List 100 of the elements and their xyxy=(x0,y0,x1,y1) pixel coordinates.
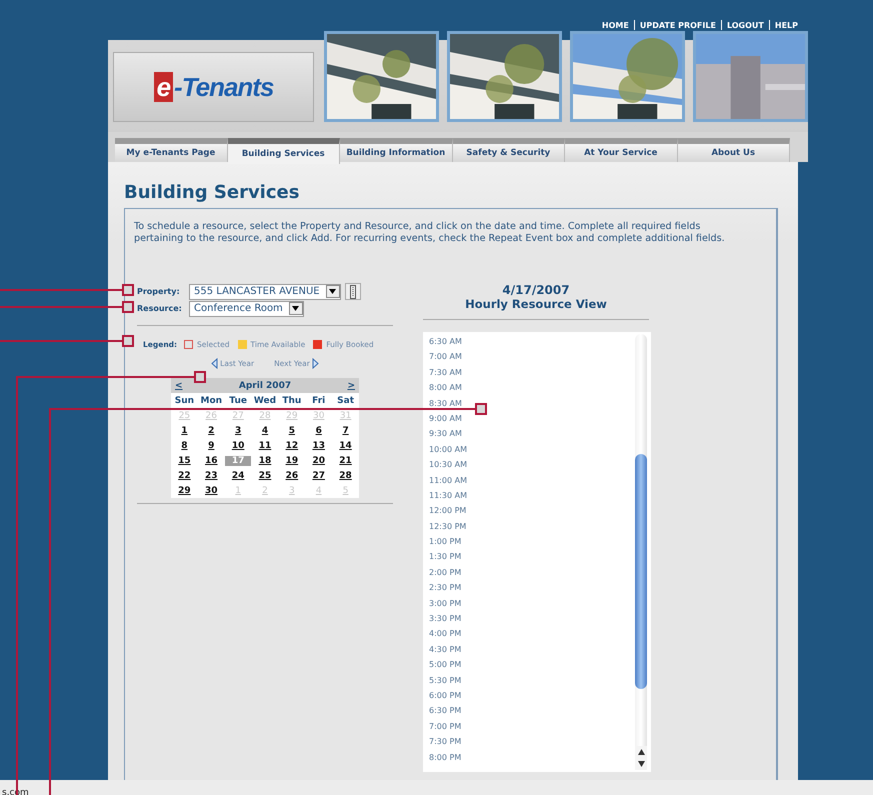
date-heading: 4/17/2007 xyxy=(501,283,571,297)
calendar-day[interactable]: 6 xyxy=(316,426,322,436)
calendar-day[interactable]: 26 xyxy=(286,470,298,480)
back-arrow-icon xyxy=(211,358,218,369)
page-title: Building Services xyxy=(124,182,300,203)
calendar-day[interactable]: 19 xyxy=(286,456,298,466)
calendar-day[interactable]: 7 xyxy=(342,426,349,436)
tab[interactable]: My e-Tenants Page xyxy=(115,138,228,162)
calendar-day[interactable]: 21 xyxy=(339,456,352,466)
calendar-day[interactable]: 23 xyxy=(205,470,218,480)
nav-link[interactable]: HOME xyxy=(602,20,629,30)
calendar-day[interactable]: 14 xyxy=(339,440,352,450)
tab[interactable]: Building Information xyxy=(340,138,452,162)
scroll-down-icon[interactable] xyxy=(638,761,644,767)
field-label: Property: xyxy=(137,287,181,296)
caret-icon[interactable] xyxy=(329,289,336,294)
time-slot[interactable]: 9:30 AM xyxy=(429,426,635,442)
calendar-day[interactable]: 28 xyxy=(339,470,352,480)
time-slot[interactable]: 6:30 AM xyxy=(429,334,635,350)
dropdown[interactable]: 555 LANCASTER AVENUE xyxy=(189,284,341,300)
calendar-day[interactable]: 30 xyxy=(205,486,218,496)
time-slot[interactable]: 6:30 PM xyxy=(429,703,635,719)
column-icon xyxy=(350,284,356,298)
calendar-day[interactable]: 9 xyxy=(208,440,214,450)
month-title: April 2007 xyxy=(238,380,292,390)
time-slot[interactable]: 5:30 PM xyxy=(429,672,635,688)
calendar-day[interactable]: 13 xyxy=(312,440,325,450)
time-slot[interactable]: 4:30 PM xyxy=(429,642,635,658)
calendar-day[interactable]: 8 xyxy=(181,440,188,450)
calendar-day[interactable]: 16 xyxy=(205,456,218,466)
nav-link[interactable]: HELP xyxy=(774,20,798,30)
time-slot[interactable]: 5:00 PM xyxy=(429,657,635,673)
calendar-day[interactable]: 29 xyxy=(178,486,191,496)
caret-icon[interactable] xyxy=(292,306,300,311)
calendar-day[interactable]: 12 xyxy=(286,440,298,450)
calendar-day[interactable]: 3 xyxy=(235,426,242,436)
calendar-day[interactable]: 4 xyxy=(262,426,268,436)
scrollbar[interactable] xyxy=(635,334,647,770)
calendar-day[interactable]: 17 xyxy=(225,456,252,466)
calendar-day[interactable]: 15 xyxy=(178,456,191,466)
instructions-text: To schedule a resource, select the Property and Resource, and click on the date and time. Complete all required fields pertaining to the resource, and click Add. For recurring events, check the Repeat Event box and complete additional fields. xyxy=(134,221,726,245)
callout-marker xyxy=(122,284,134,296)
tab[interactable]: At Your Service xyxy=(565,138,678,162)
time-slot[interactable]: 8:30 AM xyxy=(429,396,635,411)
weekday-label: Sat xyxy=(337,396,354,406)
tab[interactable]: Building Services xyxy=(228,138,340,164)
field-label: Resource: xyxy=(137,304,183,313)
calendar-day[interactable]: 5 xyxy=(288,426,295,436)
time-slot[interactable]: 6:00 PM xyxy=(429,688,635,704)
time-slot[interactable]: 4:00 PM xyxy=(429,626,635,642)
time-slot[interactable]: 11:00 AM xyxy=(429,472,635,488)
time-slot[interactable]: 1:00 PM xyxy=(429,534,635,550)
callout-marker xyxy=(122,335,134,347)
calendar-day[interactable]: 20 xyxy=(312,456,325,466)
time-slot[interactable]: 2:30 PM xyxy=(429,580,635,596)
calendar-day[interactable]: 1 xyxy=(181,426,188,436)
view-title: Hourly Resource View xyxy=(464,297,608,311)
calendar-day[interactable]: 2 xyxy=(208,426,214,436)
time-slot[interactable]: 12:00 PM xyxy=(429,503,635,519)
time-slot[interactable]: 3:00 PM xyxy=(429,596,635,612)
weekday-label: Wed xyxy=(254,396,276,406)
picker-button[interactable] xyxy=(344,283,361,300)
time-slot[interactable]: 12:30 PM xyxy=(429,518,635,534)
calendar-day[interactable]: 10 xyxy=(232,440,244,450)
time-slot[interactable]: 7:00 AM xyxy=(429,349,635,365)
time-slot[interactable]: 11:30 AM xyxy=(429,488,635,504)
logo[interactable]: e-Tenants xyxy=(154,72,274,102)
time-slot[interactable]: 3:30 PM xyxy=(429,611,635,626)
dropdown[interactable]: Conference Room xyxy=(189,300,304,316)
time-slot[interactable]: 2:00 PM xyxy=(429,564,635,580)
weekday-label: Tue xyxy=(229,396,247,406)
scroll-up-icon[interactable] xyxy=(638,749,644,755)
nav-link[interactable]: UPDATE PROFILE xyxy=(640,20,716,30)
next-month-link[interactable]: > xyxy=(347,380,355,390)
tab[interactable]: Safety & Security xyxy=(452,138,565,162)
weekday-label: Sun xyxy=(174,396,194,406)
calendar-day[interactable]: 25 xyxy=(258,470,272,480)
calendar-day[interactable]: 18 xyxy=(258,456,272,466)
time-slot[interactable]: 8:00 PM xyxy=(429,750,635,765)
weekday-label: Fri xyxy=(312,396,326,406)
calendar-day[interactable]: 24 xyxy=(232,470,244,480)
time-slot[interactable]: 7:30 PM xyxy=(429,734,635,750)
calendar-day[interactable]: 22 xyxy=(178,470,191,480)
time-slot[interactable]: 10:00 AM xyxy=(429,442,635,458)
time-slot[interactable]: 8:00 AM xyxy=(429,380,635,396)
weekday-label: Mon xyxy=(200,396,222,406)
forward-arrow-icon xyxy=(312,358,319,369)
scroll-thumb[interactable] xyxy=(635,454,647,689)
weekday-label: Thu xyxy=(282,396,302,406)
time-slot[interactable]: 7:00 PM xyxy=(429,718,635,734)
time-slot[interactable]: 7:30 AM xyxy=(429,364,635,380)
time-slot[interactable]: 9:00 AM xyxy=(429,410,635,426)
calendar-day[interactable]: 27 xyxy=(312,470,325,480)
previous-month-link[interactable]: < xyxy=(175,380,183,390)
nav-link[interactable]: LOGOUT xyxy=(726,20,764,30)
callout-marker xyxy=(122,301,134,313)
calendar-day[interactable]: 11 xyxy=(258,440,272,450)
time-slot[interactable]: 1:30 PM xyxy=(429,549,635,565)
time-slot[interactable]: 10:30 AM xyxy=(429,457,635,473)
tab[interactable]: About Us xyxy=(678,138,790,162)
